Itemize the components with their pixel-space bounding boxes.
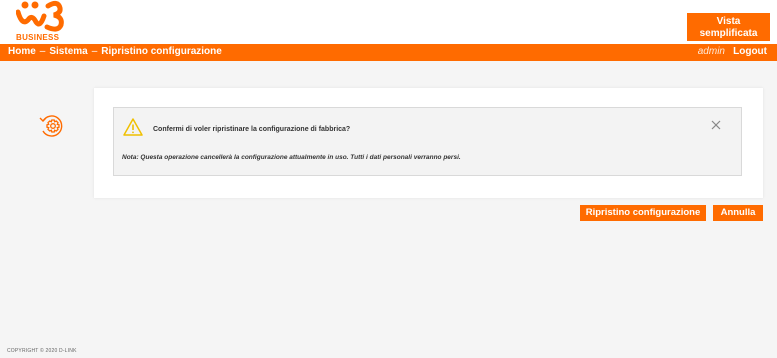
dialog-question: Confermi di voler ripristinare la config… bbox=[153, 126, 351, 133]
brand-label: BUSINESS bbox=[16, 33, 60, 42]
breadcrumb-current: Ripristino configurazione bbox=[101, 46, 222, 57]
breadcrumb-separator: – bbox=[39, 46, 46, 57]
cancel-button[interactable]: Annulla bbox=[713, 205, 763, 221]
breadcrumb-separator: – bbox=[91, 46, 98, 57]
breadcrumb-sistema[interactable]: Sistema bbox=[49, 46, 87, 57]
current-user: admin bbox=[697, 46, 725, 57]
breadcrumb: Home – Sistema – Ripristino configurazione bbox=[8, 46, 222, 57]
content-panel: Confermi di voler ripristinare la config… bbox=[94, 88, 763, 198]
simple-view-button[interactable]: Vista semplificata bbox=[687, 13, 770, 41]
logout-link[interactable]: Logout bbox=[733, 46, 767, 57]
warning-icon bbox=[123, 118, 143, 136]
restore-configuration-button[interactable]: Ripristino configurazione bbox=[580, 205, 706, 221]
confirm-dialog: Confermi di voler ripristinare la config… bbox=[113, 107, 742, 176]
close-icon[interactable] bbox=[711, 117, 721, 130]
top-header: BUSINESS Vista semplificata bbox=[0, 0, 777, 44]
simple-view-label-line1: Vista bbox=[716, 15, 741, 27]
copyright-text: COPYRIGHT © 2020 D-LINK bbox=[7, 348, 77, 354]
simple-view-label-line2: semplificata bbox=[699, 27, 758, 39]
breadcrumb-home[interactable]: Home bbox=[8, 46, 36, 57]
dialog-note: Nota: Questa operazione cancellerà la co… bbox=[122, 154, 461, 161]
settings-restore-icon bbox=[38, 112, 66, 140]
nav-bar: Home – Sistema – Ripristino configurazione a… bbox=[0, 44, 777, 61]
